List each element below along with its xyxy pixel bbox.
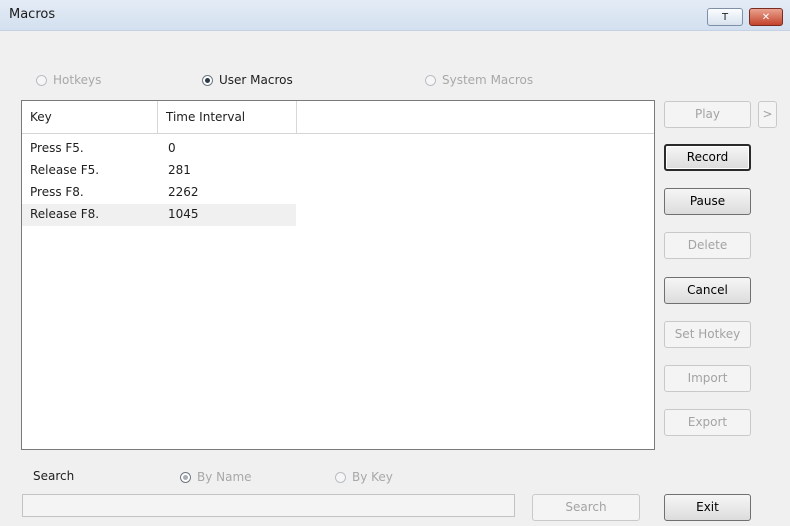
radio-icon	[335, 471, 346, 483]
delete-button[interactable]: Delete	[664, 232, 751, 259]
radio-icon	[425, 74, 436, 86]
by-key-label: By Key	[352, 470, 393, 484]
hotkeys-label: Hotkeys	[53, 73, 102, 87]
list-row[interactable]: Press F5. 0	[22, 138, 296, 160]
import-button[interactable]: Import	[664, 365, 751, 392]
radio-icon	[36, 74, 47, 86]
list-row[interactable]: Release F5. 281	[22, 160, 296, 182]
window-title: Macros	[9, 7, 56, 22]
search-button[interactable]: Search	[532, 494, 640, 521]
row-interval: 281	[168, 163, 191, 177]
list-header: Key Time Interval	[22, 101, 654, 134]
help-button[interactable]: T	[707, 8, 743, 26]
row-interval: 2262	[168, 185, 199, 199]
user-macros-radio[interactable]: User Macros	[202, 73, 293, 87]
row-key: Press F8.	[30, 185, 84, 199]
cancel-button[interactable]: Cancel	[664, 277, 751, 304]
play-button[interactable]: Play	[664, 101, 751, 128]
set-hotkey-button[interactable]: Set Hotkey	[664, 321, 751, 348]
search-input[interactable]	[22, 494, 515, 517]
column-header-key[interactable]: Key	[22, 101, 158, 133]
record-button[interactable]: Record	[664, 144, 751, 171]
play-options-button[interactable]: >	[758, 101, 777, 128]
close-button[interactable]: ✕	[749, 8, 783, 26]
list-row-selected[interactable]: Release F8. 1045	[22, 204, 296, 226]
exit-button[interactable]: Exit	[664, 494, 751, 521]
row-interval: 0	[168, 141, 176, 155]
search-label: Search	[33, 469, 75, 483]
radio-selected-icon	[180, 471, 191, 483]
search-by-name-radio[interactable]: By Name	[180, 470, 252, 484]
row-key: Press F5.	[30, 141, 84, 155]
system-macros-radio[interactable]: System Macros	[425, 73, 533, 87]
row-key: Release F5.	[30, 163, 100, 177]
row-interval: 1045	[168, 207, 199, 221]
column-header-time-interval[interactable]: Time Interval	[158, 101, 297, 133]
row-key: Release F8.	[30, 207, 100, 221]
radio-selected-icon	[202, 74, 213, 86]
hotkeys-radio[interactable]: Hotkeys	[36, 73, 101, 87]
search-by-key-radio[interactable]: By Key	[335, 470, 393, 484]
user-macros-label: User Macros	[219, 73, 293, 87]
by-name-label: By Name	[197, 470, 252, 484]
list-row[interactable]: Press F8. 2262	[22, 182, 296, 204]
title-bar: Macros T ✕	[0, 0, 790, 31]
system-macros-label: System Macros	[442, 73, 534, 87]
export-button[interactable]: Export	[664, 409, 751, 436]
macro-list[interactable]: Key Time Interval Press F5. 0 Release F5…	[21, 100, 655, 450]
pause-button[interactable]: Pause	[664, 188, 751, 215]
